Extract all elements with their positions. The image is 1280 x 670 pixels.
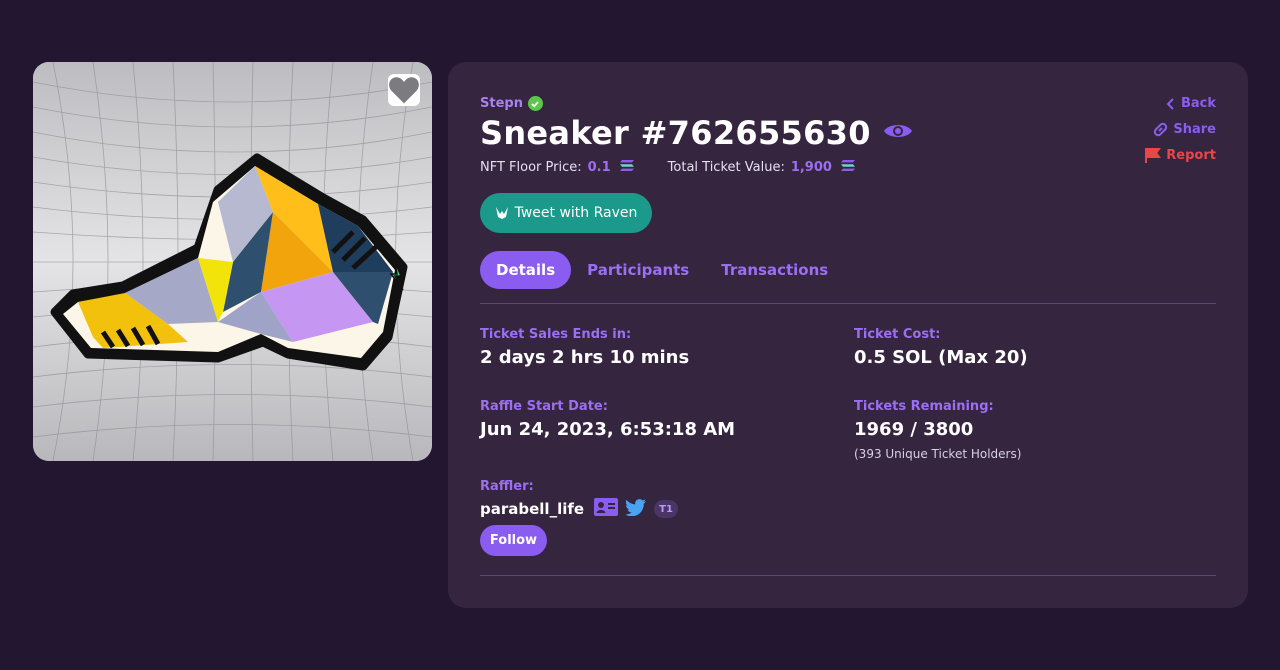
title-row: Sneaker #762655630 <box>480 114 913 152</box>
solana-icon <box>619 160 634 175</box>
follow-button[interactable]: Follow <box>480 525 547 556</box>
share-label: Share <box>1173 122 1216 137</box>
detail-tabs: Details Participants Transactions <box>480 251 844 289</box>
ticket-cost-value: 0.5 SOL (Max 20) <box>854 347 1028 368</box>
price-row: NFT Floor Price: 0.1 Total Ticket Value:… <box>480 160 855 175</box>
floor-price-label: NFT Floor Price: <box>480 160 582 175</box>
back-link[interactable]: Back <box>1166 96 1216 111</box>
heart-icon <box>389 77 419 104</box>
chevron-left-icon <box>1166 97 1174 110</box>
tickets-remaining-label: Tickets Remaining: <box>854 399 994 414</box>
total-value-label: Total Ticket Value: <box>667 160 785 175</box>
favorite-button[interactable] <box>388 74 420 106</box>
report-label: Report <box>1166 148 1216 163</box>
raffler-name[interactable]: parabell_life <box>480 500 584 518</box>
tab-participants[interactable]: Participants <box>571 251 705 289</box>
solana-icon <box>840 160 855 175</box>
ticket-cost-label: Ticket Cost: <box>854 327 941 342</box>
collection-name[interactable]: Stepn <box>480 96 543 111</box>
tier-badge: T1 <box>654 500 679 518</box>
unique-holders-note: (393 Unique Ticket Holders) <box>854 447 1022 461</box>
flag-icon <box>1145 148 1162 163</box>
page-title: Sneaker #762655630 <box>480 114 871 152</box>
raffler-row: parabell_life T1 <box>480 498 679 520</box>
report-link[interactable]: Report <box>1145 148 1216 163</box>
tickets-remaining-value: 1969 / 3800 <box>854 419 974 440</box>
collection-label: Stepn <box>480 96 523 111</box>
tab-details[interactable]: Details <box>480 251 572 289</box>
raffler-label: Raffler: <box>480 479 534 494</box>
eye-icon[interactable] <box>883 121 913 145</box>
floor-price-value: 0.1 <box>587 160 611 175</box>
tab-transactions[interactable]: Transactions <box>705 251 844 289</box>
bottom-divider <box>480 575 1216 576</box>
raffle-start-label: Raffle Start Date: <box>480 399 608 414</box>
raven-icon <box>495 207 508 219</box>
tweet-button-label: Tweet with Raven <box>514 205 638 221</box>
verified-check-icon <box>527 96 543 111</box>
back-label: Back <box>1180 96 1216 111</box>
id-card-icon[interactable] <box>594 498 619 520</box>
side-actions: Back Share Report <box>1145 96 1216 163</box>
tabs-divider <box>480 303 1216 304</box>
sales-end-value: 2 days 2 hrs 10 mins <box>480 347 690 368</box>
tweet-with-raven-button[interactable]: Tweet with Raven <box>480 193 652 233</box>
sales-end-label: Ticket Sales Ends in: <box>480 327 632 342</box>
sneaker-artwork <box>33 62 432 461</box>
total-value-value: 1,900 <box>790 160 832 175</box>
raffle-start-value: Jun 24, 2023, 6:53:18 AM <box>480 419 736 440</box>
link-icon <box>1154 122 1168 137</box>
raffle-details-panel: Stepn Sneaker #762655630 NFT Floor Price… <box>448 62 1248 608</box>
twitter-icon[interactable] <box>625 498 647 520</box>
share-link[interactable]: Share <box>1153 122 1216 137</box>
nft-image-card <box>33 62 432 461</box>
